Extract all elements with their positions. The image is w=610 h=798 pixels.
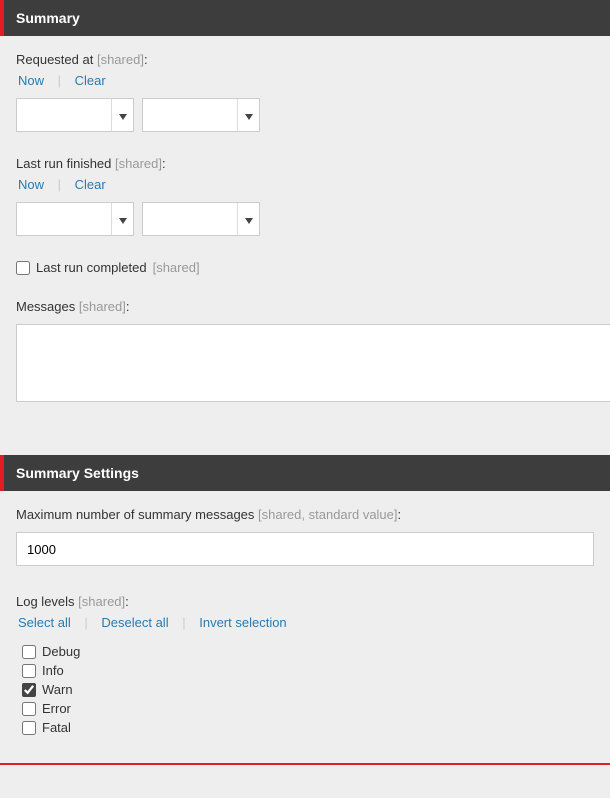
log-level-error-checkbox[interactable]	[22, 702, 36, 716]
requested-at-end-combo[interactable]	[142, 98, 260, 132]
last-run-finished-hint: [shared]	[115, 156, 162, 171]
last-run-finished-range	[16, 202, 594, 236]
caret-down-icon	[245, 212, 253, 227]
log-level-warn-label: Warn	[42, 682, 73, 697]
separator: |	[58, 177, 61, 192]
requested-at-start-combo[interactable]	[16, 98, 134, 132]
last-run-finished-start-input[interactable]	[17, 203, 111, 235]
requested-at-clear-link[interactable]: Clear	[73, 73, 108, 88]
deselect-all-link[interactable]: Deselect all	[99, 615, 170, 630]
max-messages-hint: [shared, standard value]	[258, 507, 397, 522]
last-run-completed-hint: [shared]	[153, 260, 200, 275]
requested-at-label: Requested at [shared]:	[16, 52, 594, 67]
log-levels-hint: [shared]	[78, 594, 125, 609]
messages-textarea[interactable]	[16, 324, 610, 402]
max-messages-label: Maximum number of summary messages [shar…	[16, 507, 594, 522]
last-run-completed-row: Last run completed [shared]	[16, 260, 594, 275]
panel-spacer	[0, 429, 610, 455]
last-run-finished-end-input[interactable]	[143, 203, 237, 235]
max-messages-input[interactable]	[16, 532, 594, 566]
log-level-option-debug: Debug	[22, 644, 594, 659]
messages-hint: [shared]	[79, 299, 126, 314]
last-run-completed-label: Last run completed	[36, 260, 147, 275]
caret-down-icon	[245, 108, 253, 123]
log-levels-list: Debug Info Warn Error Fatal	[16, 640, 594, 735]
summary-settings-title: Summary Settings	[16, 465, 139, 481]
log-level-option-error: Error	[22, 701, 594, 716]
separator: |	[58, 73, 61, 88]
messages-label: Messages [shared]:	[16, 299, 594, 314]
last-run-finished-start-dropdown[interactable]	[111, 203, 133, 235]
last-run-finished-label: Last run finished [shared]:	[16, 156, 594, 171]
invert-selection-link[interactable]: Invert selection	[197, 615, 288, 630]
last-run-finished-actions: Now | Clear	[16, 177, 594, 192]
separator: |	[84, 615, 87, 630]
requested-at-hint: [shared]	[97, 52, 144, 67]
summary-panel-body: Requested at [shared]: Now | Clear Last …	[0, 36, 610, 429]
log-level-fatal-label: Fatal	[42, 720, 71, 735]
last-run-finished-end-dropdown[interactable]	[237, 203, 259, 235]
summary-settings-body: Maximum number of summary messages [shar…	[0, 491, 610, 763]
log-level-fatal-checkbox[interactable]	[22, 721, 36, 735]
last-run-finished-now-link[interactable]: Now	[16, 177, 46, 192]
summary-panel-title: Summary	[16, 10, 80, 26]
log-level-info-checkbox[interactable]	[22, 664, 36, 678]
last-run-finished-start-combo[interactable]	[16, 202, 134, 236]
log-level-warn-checkbox[interactable]	[22, 683, 36, 697]
last-run-completed-checkbox[interactable]	[16, 261, 30, 275]
requested-at-range	[16, 98, 594, 132]
requested-at-end-dropdown[interactable]	[237, 99, 259, 131]
requested-at-end-input[interactable]	[143, 99, 237, 131]
log-level-option-info: Info	[22, 663, 594, 678]
log-level-debug-checkbox[interactable]	[22, 645, 36, 659]
summary-settings-header: Summary Settings	[0, 455, 610, 491]
last-run-finished-end-combo[interactable]	[142, 202, 260, 236]
bottom-accent-line	[0, 763, 610, 765]
log-level-debug-label: Debug	[42, 644, 80, 659]
log-level-error-label: Error	[42, 701, 71, 716]
select-all-link[interactable]: Select all	[16, 615, 73, 630]
caret-down-icon	[119, 108, 127, 123]
requested-at-start-dropdown[interactable]	[111, 99, 133, 131]
log-level-option-fatal: Fatal	[22, 720, 594, 735]
requested-at-start-input[interactable]	[17, 99, 111, 131]
last-run-finished-clear-link[interactable]: Clear	[73, 177, 108, 192]
summary-panel-header: Summary	[0, 0, 610, 36]
log-levels-label: Log levels [shared]:	[16, 594, 594, 609]
requested-at-actions: Now | Clear	[16, 73, 594, 88]
log-level-option-warn: Warn	[22, 682, 594, 697]
caret-down-icon	[119, 212, 127, 227]
requested-at-now-link[interactable]: Now	[16, 73, 46, 88]
separator: |	[182, 615, 185, 630]
log-level-info-label: Info	[42, 663, 64, 678]
log-levels-actions: Select all | Deselect all | Invert selec…	[16, 615, 594, 630]
